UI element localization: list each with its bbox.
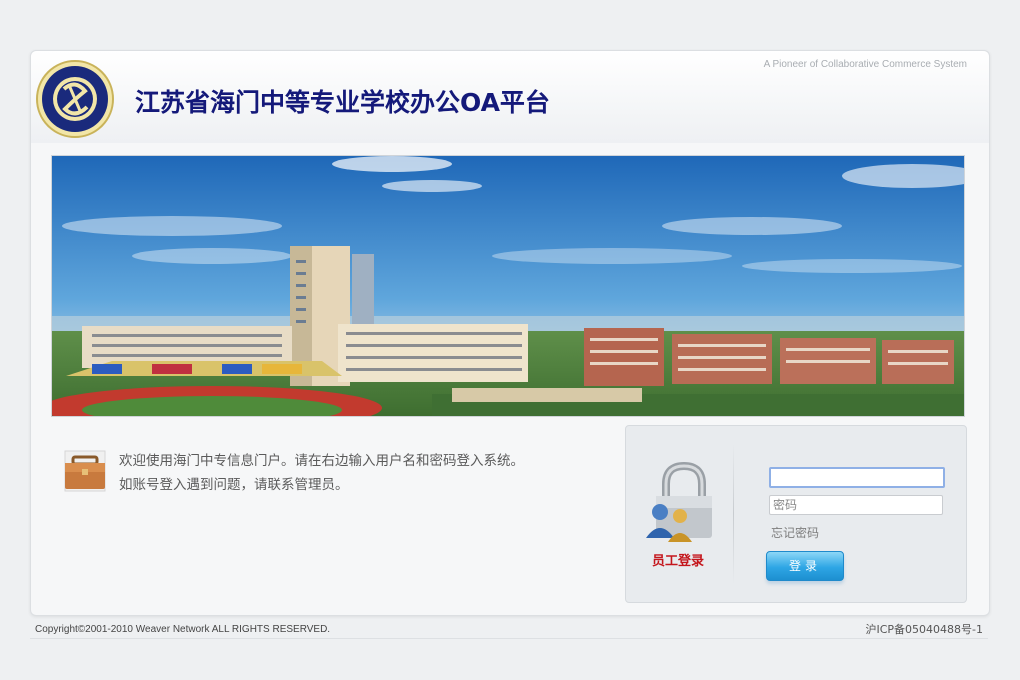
- lock-users-icon: [640, 458, 726, 548]
- copyright-text: Copyright©2001-2010 Weaver Network ALL R…: [35, 624, 331, 635]
- welcome-message: 欢迎使用海门中专信息门户。请在右边输入用户名和密码登入系统。 如账号登入遇到问题…: [119, 449, 589, 497]
- forgot-password-link[interactable]: 忘记密码: [771, 524, 819, 541]
- briefcase-icon: [61, 447, 109, 495]
- password-input[interactable]: [769, 495, 943, 515]
- welcome-line-1: 欢迎使用海门中专信息门户。请在右边输入用户名和密码登入系统。: [119, 453, 524, 469]
- campus-banner-image: [51, 155, 965, 417]
- footer-divider: [30, 638, 988, 639]
- staff-login-label: 员工登录: [651, 554, 704, 569]
- main-card: A Pioneer of Collaborative Commerce Syst…: [30, 50, 990, 616]
- page-title: 江苏省海门中等专业学校办公OA平台: [135, 88, 550, 117]
- tagline: A Pioneer of Collaborative Commerce Syst…: [763, 59, 967, 70]
- icp-link[interactable]: 沪ICP备05040488号-1: [865, 621, 983, 637]
- header: A Pioneer of Collaborative Commerce Syst…: [31, 51, 989, 143]
- school-logo-icon: [35, 59, 115, 139]
- login-panel: 员工登录 忘记密码 登录: [625, 425, 967, 603]
- panel-divider: [733, 444, 734, 584]
- username-input[interactable]: [769, 467, 945, 488]
- welcome-line-2: 如账号登入遇到问题，请联系管理员。: [119, 477, 349, 493]
- login-button[interactable]: 登录: [766, 551, 844, 581]
